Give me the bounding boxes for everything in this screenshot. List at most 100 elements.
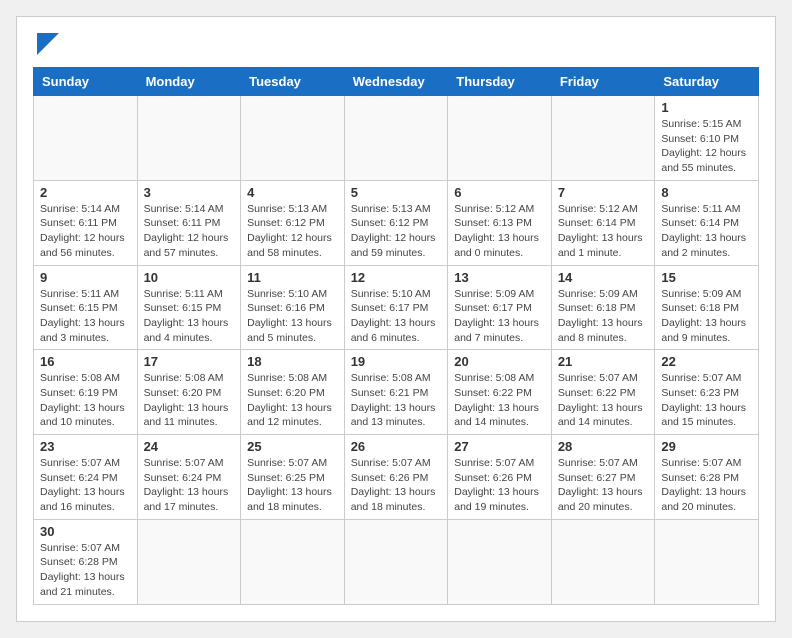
calendar-cell: 3Sunrise: 5:14 AM Sunset: 6:11 PM Daylig… (137, 180, 241, 265)
calendar-cell (448, 519, 552, 604)
calendar-cell: 20Sunrise: 5:08 AM Sunset: 6:22 PM Dayli… (448, 350, 552, 435)
day-info: Sunrise: 5:09 AM Sunset: 6:18 PM Dayligh… (661, 287, 752, 346)
calendar-cell (551, 96, 655, 181)
calendar-cell: 14Sunrise: 5:09 AM Sunset: 6:18 PM Dayli… (551, 265, 655, 350)
day-info: Sunrise: 5:11 AM Sunset: 6:14 PM Dayligh… (661, 202, 752, 261)
calendar-cell: 12 Sunrise: 5:10 AM Sunset: 6:17 PM Dayli… (344, 265, 448, 350)
weekday-header-monday: Monday (137, 68, 241, 96)
calendar-table: SundayMondayTuesdayWednesdayThursdayFrid… (33, 67, 759, 605)
day-number: 18 (247, 354, 338, 369)
day-number: 12 (351, 270, 442, 285)
day-info: Sunrise: 5:13 AM Sunset: 6:12 PM Dayligh… (351, 202, 442, 261)
day-number: 13 (454, 270, 545, 285)
calendar-cell: 15 Sunrise: 5:09 AM Sunset: 6:18 PM Dayli… (655, 265, 759, 350)
calendar-cell: 26 Sunrise: 5:07 AM Sunset: 6:26 PM Dayli… (344, 435, 448, 520)
day-info: Sunrise: 5:11 AM Sunset: 6:15 PM Dayligh… (144, 287, 235, 346)
day-number: 1 (661, 100, 752, 115)
day-info: Sunrise: 5:12 AM Sunset: 6:14 PM Dayligh… (558, 202, 649, 261)
week-row-6: 30 Sunrise: 5:07 AM Sunset: 6:28 PM Dayli… (34, 519, 759, 604)
calendar-cell: 2 Sunrise: 5:14 AM Sunset: 6:11 PM Daylig… (34, 180, 138, 265)
calendar-cell: 9Sunrise: 5:11 AM Sunset: 6:15 PM Daylig… (34, 265, 138, 350)
day-number: 22 (661, 354, 752, 369)
day-info: Sunrise: 5:12 AM Sunset: 6:13 PM Dayligh… (454, 202, 545, 261)
day-info: Sunrise: 5:13 AM Sunset: 6:12 PM Dayligh… (247, 202, 338, 261)
calendar-cell (655, 519, 759, 604)
day-info: Sunrise: 5:08 AM Sunset: 6:21 PM Dayligh… (351, 371, 442, 430)
week-row-1: 1 Sunrise: 5:15 AM Sunset: 6:10 PM Daylig… (34, 96, 759, 181)
day-number: 29 (661, 439, 752, 454)
day-info: Sunrise: 5:07 AM Sunset: 6:28 PM Dayligh… (40, 541, 131, 600)
day-info: Sunrise: 5:14 AM Sunset: 6:11 PM Dayligh… (40, 202, 131, 261)
calendar-cell: 6Sunrise: 5:12 AM Sunset: 6:13 PM Daylig… (448, 180, 552, 265)
calendar-cell (551, 519, 655, 604)
day-info: Sunrise: 5:07 AM Sunset: 6:24 PM Dayligh… (40, 456, 131, 515)
day-number: 26 (351, 439, 442, 454)
day-number: 30 (40, 524, 131, 539)
calendar-cell (137, 96, 241, 181)
day-info: Sunrise: 5:07 AM Sunset: 6:26 PM Dayligh… (454, 456, 545, 515)
day-number: 11 (247, 270, 338, 285)
calendar-cell: 8 Sunrise: 5:11 AM Sunset: 6:14 PM Daylig… (655, 180, 759, 265)
weekday-header-saturday: Saturday (655, 68, 759, 96)
day-number: 15 (661, 270, 752, 285)
day-number: 5 (351, 185, 442, 200)
day-number: 23 (40, 439, 131, 454)
calendar-cell: 10 Sunrise: 5:11 AM Sunset: 6:15 PM Dayli… (137, 265, 241, 350)
calendar-cell: 18 Sunrise: 5:08 AM Sunset: 6:20 PM Dayli… (241, 350, 345, 435)
calendar-cell: 25Sunrise: 5:07 AM Sunset: 6:25 PM Dayli… (241, 435, 345, 520)
calendar-cell: 21 Sunrise: 5:07 AM Sunset: 6:22 PM Dayli… (551, 350, 655, 435)
calendar-cell (344, 96, 448, 181)
weekday-header-sunday: Sunday (34, 68, 138, 96)
logo-triangle-icon (37, 33, 59, 55)
calendar-cell: 27 Sunrise: 5:07 AM Sunset: 6:26 PM Dayli… (448, 435, 552, 520)
day-number: 27 (454, 439, 545, 454)
day-number: 10 (144, 270, 235, 285)
calendar-cell: 19Sunrise: 5:08 AM Sunset: 6:21 PM Dayli… (344, 350, 448, 435)
calendar-cell: 11 Sunrise: 5:10 AM Sunset: 6:16 PM Dayli… (241, 265, 345, 350)
day-info: Sunrise: 5:10 AM Sunset: 6:16 PM Dayligh… (247, 287, 338, 346)
day-info: Sunrise: 5:07 AM Sunset: 6:22 PM Dayligh… (558, 371, 649, 430)
calendar-cell: 17 Sunrise: 5:08 AM Sunset: 6:20 PM Dayli… (137, 350, 241, 435)
calendar-cell: 24Sunrise: 5:07 AM Sunset: 6:24 PM Dayli… (137, 435, 241, 520)
day-number: 7 (558, 185, 649, 200)
calendar-cell (137, 519, 241, 604)
week-row-4: 16Sunrise: 5:08 AM Sunset: 6:19 PM Dayli… (34, 350, 759, 435)
calendar-cell: 22 Sunrise: 5:07 AM Sunset: 6:23 PM Dayli… (655, 350, 759, 435)
calendar-cell (448, 96, 552, 181)
day-info: Sunrise: 5:07 AM Sunset: 6:25 PM Dayligh… (247, 456, 338, 515)
calendar-container: SundayMondayTuesdayWednesdayThursdayFrid… (16, 16, 776, 622)
calendar-cell: 30 Sunrise: 5:07 AM Sunset: 6:28 PM Dayli… (34, 519, 138, 604)
calendar-cell: 16Sunrise: 5:08 AM Sunset: 6:19 PM Dayli… (34, 350, 138, 435)
day-number: 17 (144, 354, 235, 369)
day-info: Sunrise: 5:07 AM Sunset: 6:23 PM Dayligh… (661, 371, 752, 430)
calendar-cell: 28 Sunrise: 5:07 AM Sunset: 6:27 PM Dayli… (551, 435, 655, 520)
day-info: Sunrise: 5:10 AM Sunset: 6:17 PM Dayligh… (351, 287, 442, 346)
day-info: Sunrise: 5:07 AM Sunset: 6:27 PM Dayligh… (558, 456, 649, 515)
weekday-header-friday: Friday (551, 68, 655, 96)
week-row-5: 23 Sunrise: 5:07 AM Sunset: 6:24 PM Dayli… (34, 435, 759, 520)
day-number: 2 (40, 185, 131, 200)
day-info: Sunrise: 5:07 AM Sunset: 6:26 PM Dayligh… (351, 456, 442, 515)
header (33, 33, 759, 55)
day-info: Sunrise: 5:07 AM Sunset: 6:24 PM Dayligh… (144, 456, 235, 515)
day-info: Sunrise: 5:08 AM Sunset: 6:20 PM Dayligh… (247, 371, 338, 430)
day-number: 8 (661, 185, 752, 200)
day-info: Sunrise: 5:15 AM Sunset: 6:10 PM Dayligh… (661, 117, 752, 176)
calendar-cell (241, 519, 345, 604)
calendar-cell (241, 96, 345, 181)
day-info: Sunrise: 5:07 AM Sunset: 6:28 PM Dayligh… (661, 456, 752, 515)
weekday-header-row: SundayMondayTuesdayWednesdayThursdayFrid… (34, 68, 759, 96)
day-number: 9 (40, 270, 131, 285)
calendar-cell: 4Sunrise: 5:13 AM Sunset: 6:12 PM Daylig… (241, 180, 345, 265)
day-info: Sunrise: 5:08 AM Sunset: 6:20 PM Dayligh… (144, 371, 235, 430)
logo (33, 33, 59, 55)
day-number: 16 (40, 354, 131, 369)
week-row-3: 9 Sunrise: 5:11 AM Sunset: 6:15 PM Daylig… (34, 265, 759, 350)
weekday-header-tuesday: Tuesday (241, 68, 345, 96)
day-info: Sunrise: 5:08 AM Sunset: 6:22 PM Dayligh… (454, 371, 545, 430)
day-number: 21 (558, 354, 649, 369)
weekday-header-thursday: Thursday (448, 68, 552, 96)
day-number: 28 (558, 439, 649, 454)
weekday-header-wednesday: Wednesday (344, 68, 448, 96)
calendar-cell: 5 Sunrise: 5:13 AM Sunset: 6:12 PM Daylig… (344, 180, 448, 265)
